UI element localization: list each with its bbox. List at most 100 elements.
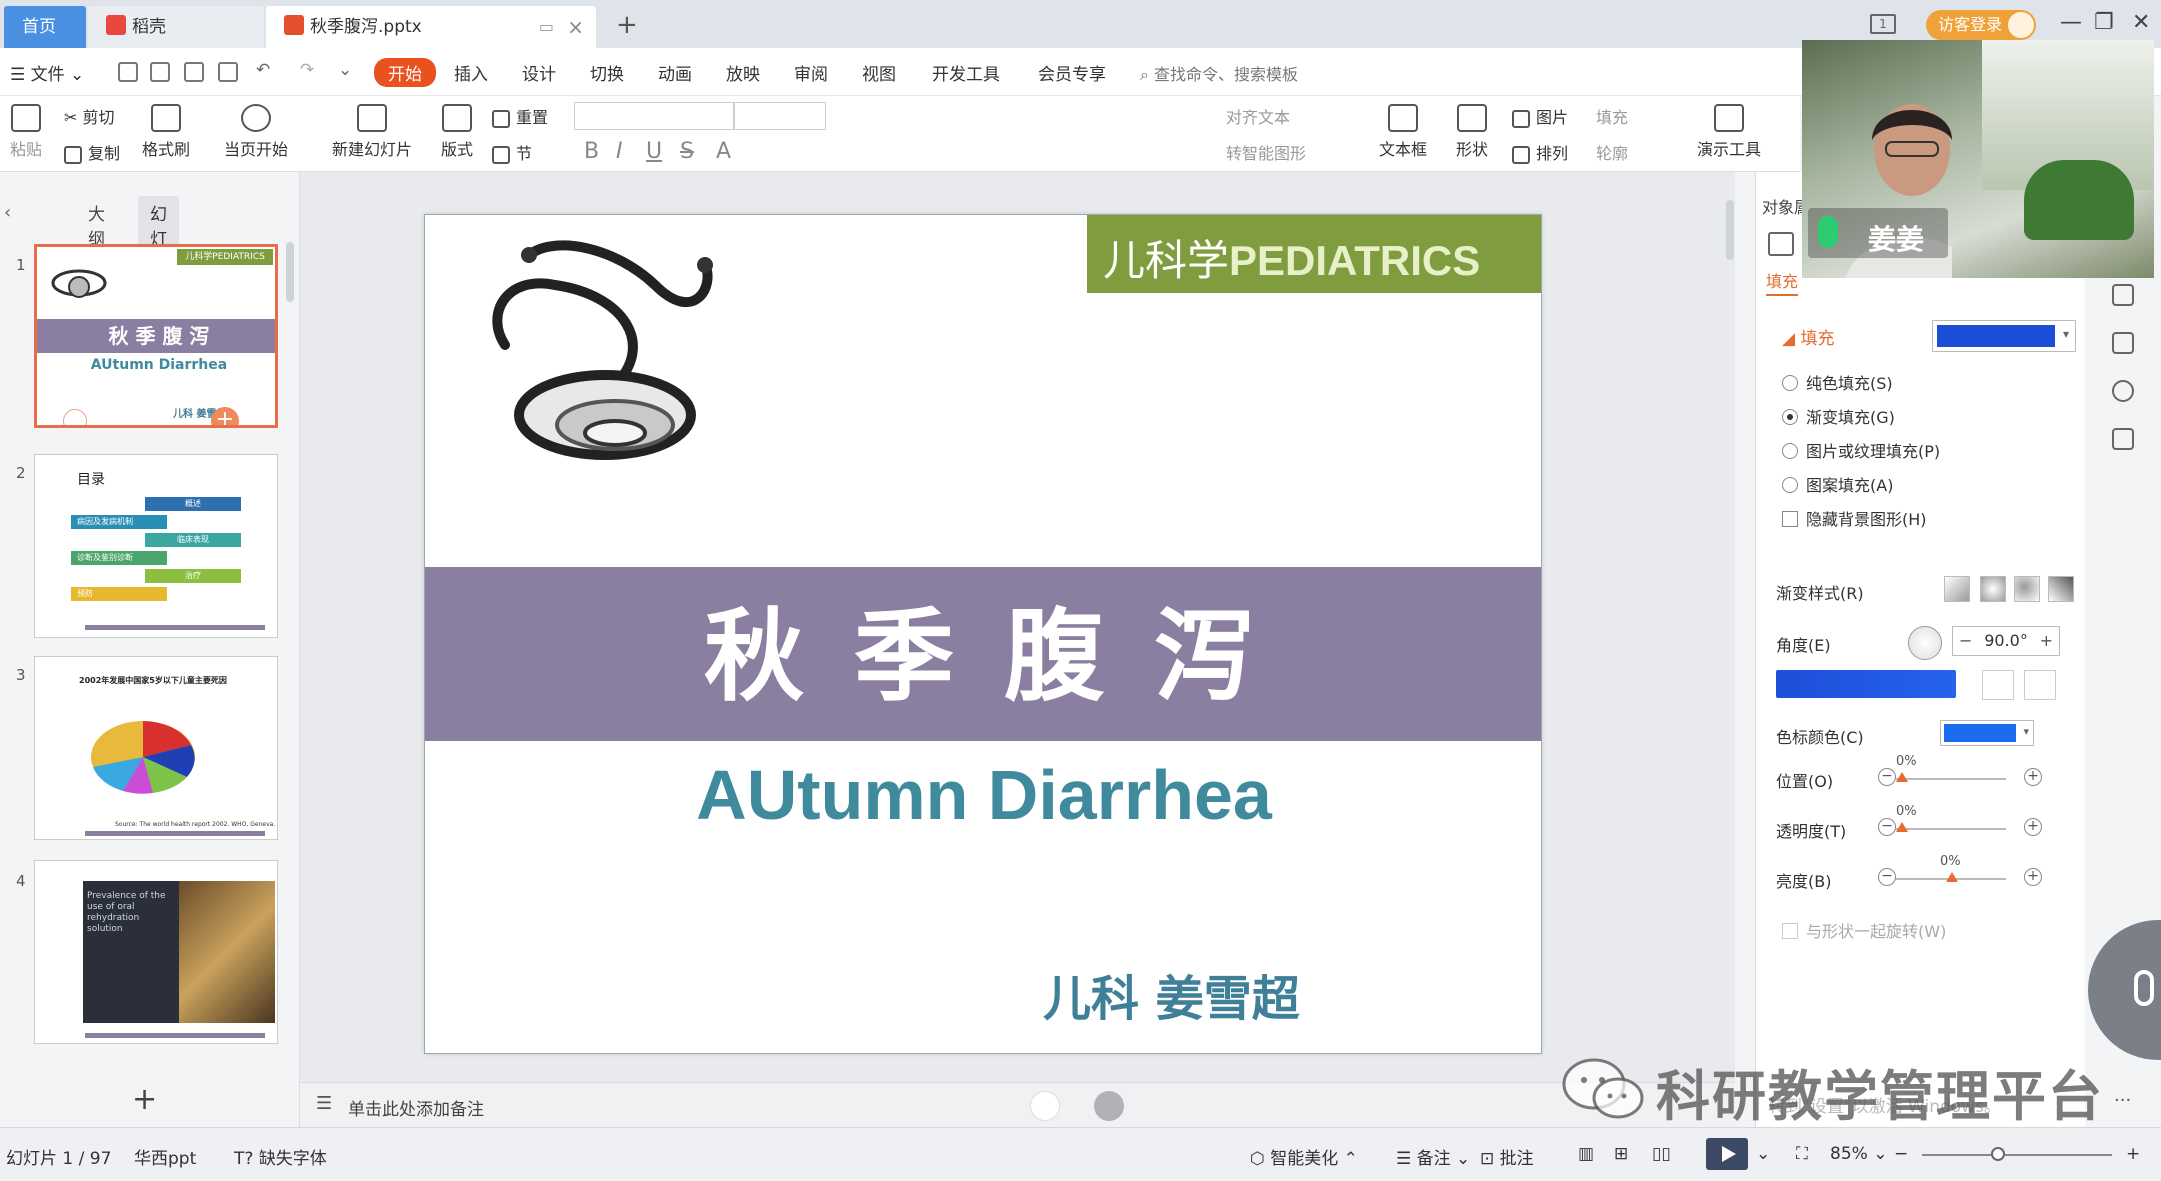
pager-dot[interactable] (1030, 1091, 1060, 1121)
reading-view-icon[interactable]: ▯▯ (1652, 1144, 1671, 1164)
copy-button[interactable]: 复制 (64, 140, 120, 164)
italic-icon[interactable]: I (616, 139, 623, 164)
menu-insert[interactable]: 插入 (454, 60, 488, 85)
menu-developer[interactable]: 开发工具 (932, 60, 1000, 85)
arrange-button[interactable]: 排列 (1512, 140, 1568, 164)
cut-button[interactable]: ✂ 剪切 (64, 104, 115, 128)
grid-view-icon[interactable]: ⊞ (1614, 1144, 1628, 1164)
print-preview-icon[interactable] (218, 62, 238, 82)
strikethrough-icon[interactable]: S (680, 139, 694, 164)
add-slide-icon[interactable]: + (211, 407, 239, 425)
zoom-knob[interactable] (1991, 1147, 2005, 1161)
notes-placeholder[interactable]: 单击此处添加备注 (348, 1095, 484, 1120)
zoom-out-icon[interactable]: − (1894, 1144, 1908, 1164)
notes-bar[interactable]: ☰ 单击此处添加备注 (300, 1082, 1735, 1127)
slider-knob[interactable] (1896, 822, 1908, 832)
radio-gradient-fill[interactable]: 渐变填充(G) (1782, 404, 1895, 428)
slide-tools-icon[interactable] (2112, 332, 2134, 354)
presentation-tools-button[interactable]: 演示工具 (1688, 104, 1770, 160)
video-call-overlay[interactable]: 姜姜 (1802, 40, 2154, 278)
file-menu[interactable]: ☰ 文件 ⌄ (10, 60, 84, 85)
new-tab-button[interactable]: + (616, 8, 638, 42)
rotate-with-shape-checkbox[interactable]: 与形状一起旋转(W) (1782, 918, 1946, 942)
menu-slideshow[interactable]: 放映 (726, 60, 760, 85)
pager-dot[interactable] (1094, 1091, 1124, 1121)
zoom-select[interactable]: 85% ⌄ (1830, 1144, 1887, 1164)
position-increase-icon[interactable]: + (2024, 768, 2042, 786)
font-color-icon[interactable]: A (716, 139, 731, 164)
close-tab-icon[interactable]: × (567, 6, 584, 48)
thumb-play-icon[interactable] (63, 409, 87, 425)
transparency-increase-icon[interactable]: + (2024, 818, 2042, 836)
current-slide[interactable]: 儿科学PEDIATRICS 秋季腹泻 AUtumn Diarrhea 儿科 姜雪… (424, 214, 1542, 1054)
menu-view[interactable]: 视图 (862, 60, 896, 85)
slide-thumbnail-2[interactable]: 目录 概述 病因及发病机制 临床表现 诊断及鉴别诊断 治疗 预防 (34, 454, 278, 638)
remove-stop-icon[interactable] (2024, 670, 2056, 700)
screen-count-icon[interactable]: 1 (1870, 14, 1896, 34)
fill-color-dropdown[interactable]: ▾ (1932, 320, 2076, 352)
notes-toggle-button[interactable]: ☰ 备注 ⌄ (1396, 1144, 1470, 1169)
radio-solid-fill[interactable]: 纯色填充(S) (1782, 370, 1893, 394)
tab-docer[interactable]: 稻壳 (88, 6, 264, 48)
increase-icon[interactable]: + (2040, 627, 2053, 655)
missing-font-button[interactable]: T? 缺失字体 (234, 1144, 327, 1169)
font-family-select[interactable] (574, 102, 734, 130)
tab-document[interactable]: 秋季腹泻.pptx ▭ × (266, 6, 596, 48)
bold-icon[interactable]: B (584, 139, 599, 164)
zoom-slider[interactable] (1922, 1147, 2112, 1161)
undo-icon[interactable]: ↶ (256, 60, 270, 80)
gradient-style-rect[interactable] (2014, 576, 2040, 602)
slide-author[interactable]: 儿科 姜雪超 (1043, 959, 1300, 1029)
slide-thumbnail-1[interactable]: 儿科学PEDIATRICS 秋 季 腹 泻 AUtumn Diarrhea 儿科… (34, 244, 278, 428)
position-decrease-icon[interactable]: − (1878, 768, 1896, 786)
reset-button[interactable]: 重置 (492, 104, 548, 128)
brightness-slider[interactable]: 0% (1896, 854, 2006, 882)
slider-knob[interactable] (1896, 772, 1908, 782)
gradient-style-path[interactable] (2048, 576, 2074, 602)
angle-stepper[interactable]: −90.0° + (1952, 626, 2060, 656)
menu-animation[interactable]: 动画 (658, 60, 692, 85)
fit-window-icon[interactable]: ⛶ (1796, 1144, 1808, 1164)
pin-icon[interactable]: ▭ (539, 6, 554, 48)
comments-button[interactable]: ⊡ 批注 (1480, 1144, 1534, 1169)
menu-design[interactable]: 设计 (522, 60, 556, 85)
gradient-bar[interactable] (1776, 670, 1956, 698)
gradient-style-linear[interactable] (1944, 576, 1970, 602)
position-slider[interactable]: 0% (1896, 754, 2006, 782)
close-window-icon[interactable]: ✕ (2132, 10, 2150, 35)
collapse-panel-icon[interactable]: ‹ (4, 202, 11, 223)
theme-name[interactable]: 华西ppt (134, 1144, 196, 1169)
paste-button[interactable]: 粘贴 (4, 104, 48, 160)
normal-view-icon[interactable]: ▥ (1578, 1144, 1594, 1164)
guest-login-button[interactable]: 访客登录 (1926, 10, 2036, 40)
slider-knob[interactable] (1946, 872, 1958, 882)
section-button[interactable]: 节 (492, 140, 532, 164)
fill-tab[interactable]: 填充 (1766, 268, 1799, 296)
smart-graphic-button[interactable]: 转智能图形 (1226, 140, 1306, 164)
print-icon[interactable] (184, 62, 204, 82)
slide-thumbnail-4[interactable]: Prevalence of the use of oral rehydratio… (34, 860, 278, 1044)
format-painter-button[interactable]: 格式刷 (136, 104, 196, 160)
radio-picture-fill[interactable]: 图片或纹理填充(P) (1782, 438, 1940, 462)
align-text-button[interactable]: 对齐文本 (1226, 104, 1290, 128)
export-pdf-icon[interactable] (150, 62, 170, 82)
fill-bucket-icon[interactable] (1768, 232, 1794, 256)
menu-transition[interactable]: 切换 (590, 60, 624, 85)
quick-access-more-icon[interactable]: ⌄ (338, 60, 352, 80)
tab-outline[interactable]: 大纲 (88, 200, 105, 250)
menu-member[interactable]: 会员专享 (1038, 60, 1106, 85)
transparency-decrease-icon[interactable]: − (1878, 818, 1896, 836)
zoom-in-icon[interactable]: + (2126, 1144, 2140, 1164)
menu-review[interactable]: 审阅 (794, 60, 828, 85)
angle-dial[interactable] (1908, 626, 1942, 660)
command-search[interactable]: ⌕ 查找命令、搜索模板 (1140, 61, 1298, 85)
minimize-icon[interactable]: — (2060, 10, 2082, 35)
stop-color-dropdown[interactable]: ▾ (1940, 720, 2034, 746)
smart-beautify-button[interactable]: ⬡ 智能美化 ⌃ (1250, 1144, 1358, 1169)
pin-panel-icon[interactable] (2112, 284, 2134, 306)
slide-thumbnail-3[interactable]: 2002年发展中国家5岁以下儿童主要死因 Source: The world h… (34, 656, 278, 840)
thumbnail-scrollbar[interactable] (286, 242, 294, 302)
radio-pattern-fill[interactable]: 图案填充(A) (1782, 472, 1893, 496)
slideshow-play-button[interactable] (1706, 1138, 1748, 1170)
brightness-decrease-icon[interactable]: − (1878, 868, 1896, 886)
